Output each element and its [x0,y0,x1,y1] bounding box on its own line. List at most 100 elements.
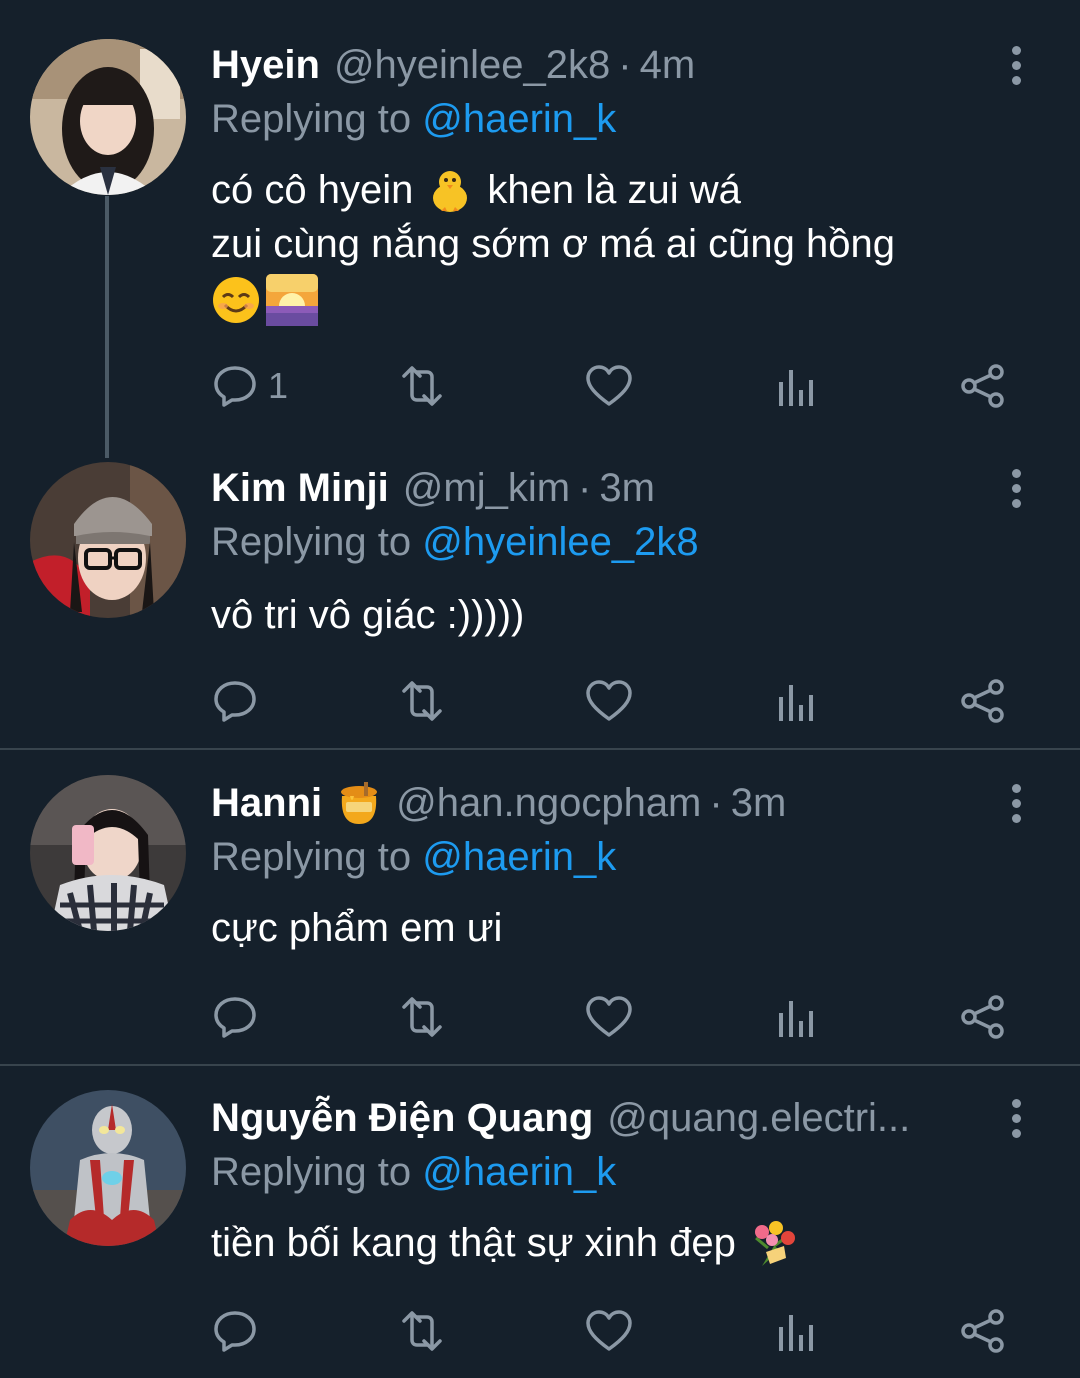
tweet-kim-minji[interactable]: Kim Minji @mj_kim · 3m Replying to @hyei… [0,440,1080,748]
like-button[interactable] [585,671,633,731]
views-icon [779,685,813,721]
sunrise-emoji [265,273,319,327]
reply-thread: Hyein @hyeinlee_2k8 · 4m Replying to @ha… [0,0,1080,1378]
reply-count: 1 [268,365,289,406]
reply-icon [214,366,256,407]
tweet-header: Hanni @han.ngocpham · 3m [211,777,970,829]
avatar[interactable] [30,1090,186,1246]
reply-button[interactable] [212,987,258,1047]
replying-to-mention[interactable]: @haerin_k [422,1150,616,1194]
tweet-text-line1-part2: khen là zui wá [487,168,741,212]
views-icon [779,370,813,406]
replying-to-label: Replying to [211,520,412,564]
user-handle[interactable]: @han.ngocpham [396,777,701,829]
more-icon[interactable] [996,777,1036,829]
timestamp[interactable]: 4m [640,39,696,91]
smiling-face-emoji [211,275,261,325]
baby-chick-emoji [425,165,475,215]
share-icon [961,364,1004,408]
like-button[interactable] [585,1301,633,1361]
like-icon [586,680,632,721]
share-button[interactable] [960,1301,1006,1361]
tweet-text: tiền bối kang thật sự xinh đẹp [211,1216,1041,1270]
share-button[interactable] [960,987,1006,1047]
tweet-text: có cô hyein khen là zui wá zui cùng nắng… [211,163,1041,327]
tweet-text-line2: zui cùng nắng sớm ơ má ai cũng hồng [211,222,895,266]
like-icon [586,1310,632,1351]
tweet-text: cực phẩm em ưi [211,901,1041,955]
tweet-text-line: tiền bối kang thật sự xinh đẹp [211,1221,736,1265]
replying-to-line: Replying to @hyeinlee_2k8 [211,516,699,568]
reply-icon [214,997,256,1038]
user-handle[interactable]: @hyeinlee_2k8 [334,39,610,91]
timestamp[interactable]: 3m [599,462,655,514]
retweet-button[interactable] [396,987,448,1047]
tweet-header: Kim Minji @mj_kim · 3m [211,462,970,514]
views-button[interactable] [777,671,817,731]
replying-to-line: Replying to @haerin_k [211,1146,616,1198]
reply-button[interactable] [212,671,258,731]
tweet-actions: 1 [0,356,1080,416]
honey-pot-emoji [336,780,382,826]
avatar[interactable] [30,462,186,618]
user-handle[interactable]: @mj_kim [403,462,570,514]
share-icon [961,995,1004,1039]
share-icon [961,679,1004,723]
bouquet-emoji [748,1218,798,1268]
reply-button[interactable] [212,1301,258,1361]
replying-to-mention[interactable]: @haerin_k [422,835,616,879]
separator-dot: · [578,466,592,510]
share-button[interactable] [960,671,1006,731]
tweet-header: Hyein @hyeinlee_2k8 · 4m [211,39,970,91]
like-icon [586,365,632,406]
tweet-hanni[interactable]: Hanni @han.ngocpham · 3m Replying to @ha… [0,750,1080,1064]
tweet-text-line: vô tri vô giác :))))) [211,593,525,637]
views-button[interactable] [777,1301,817,1361]
more-icon[interactable] [996,462,1036,514]
retweet-button[interactable] [396,671,448,731]
replying-to-label: Replying to [211,1150,412,1194]
retweet-icon [402,1311,442,1351]
replying-to-line: Replying to @haerin_k [211,93,616,145]
views-icon [779,1001,813,1037]
display-name[interactable]: Hanni [211,777,322,829]
separator-dot: · [618,43,632,87]
separator-dot: · [709,781,723,825]
tweet-text-line: cực phẩm em ưi [211,906,503,950]
reply-icon [214,1311,256,1352]
display-name[interactable]: Nguyễn Điện Quang [211,1092,593,1144]
display-name[interactable]: Kim Minji [211,462,389,514]
replying-to-label: Replying to [211,97,412,141]
retweet-icon [402,366,442,406]
reply-icon [214,681,256,722]
retweet-icon [402,997,442,1037]
tweet-header: Nguyễn Điện Quang @quang.electri... [211,1092,970,1144]
reply-button[interactable]: 1 [212,356,288,416]
more-icon[interactable] [996,39,1036,91]
replying-to-mention[interactable]: @hyeinlee_2k8 [422,520,698,564]
replying-to-line: Replying to @haerin_k [211,831,616,883]
share-button[interactable] [960,356,1006,416]
tweet-nguyen-dien-quang[interactable]: Nguyễn Điện Quang @quang.electri... Repl… [0,1066,1080,1378]
tweet-text-line1-part1: có cô hyein [211,168,414,212]
timestamp[interactable]: 3m [731,777,787,829]
retweet-button[interactable] [396,356,448,416]
views-button[interactable] [777,356,817,416]
more-icon[interactable] [996,1092,1036,1144]
avatar[interactable] [30,775,186,931]
retweet-icon [402,681,442,721]
replying-to-label: Replying to [211,835,412,879]
replying-to-mention[interactable]: @haerin_k [422,97,616,141]
like-button[interactable] [585,356,633,416]
retweet-button[interactable] [396,1301,448,1361]
like-button[interactable] [585,987,633,1047]
share-icon [961,1309,1004,1353]
tweet-actions [0,987,1080,1047]
user-handle[interactable]: @quang.electri... [607,1092,910,1144]
display-name[interactable]: Hyein [211,39,320,91]
views-icon [779,1315,813,1351]
tweet-hyein[interactable]: Hyein @hyeinlee_2k8 · 4m Replying to @ha… [0,0,1080,440]
avatar[interactable] [30,39,186,195]
views-button[interactable] [777,987,817,1047]
like-icon [586,996,632,1037]
